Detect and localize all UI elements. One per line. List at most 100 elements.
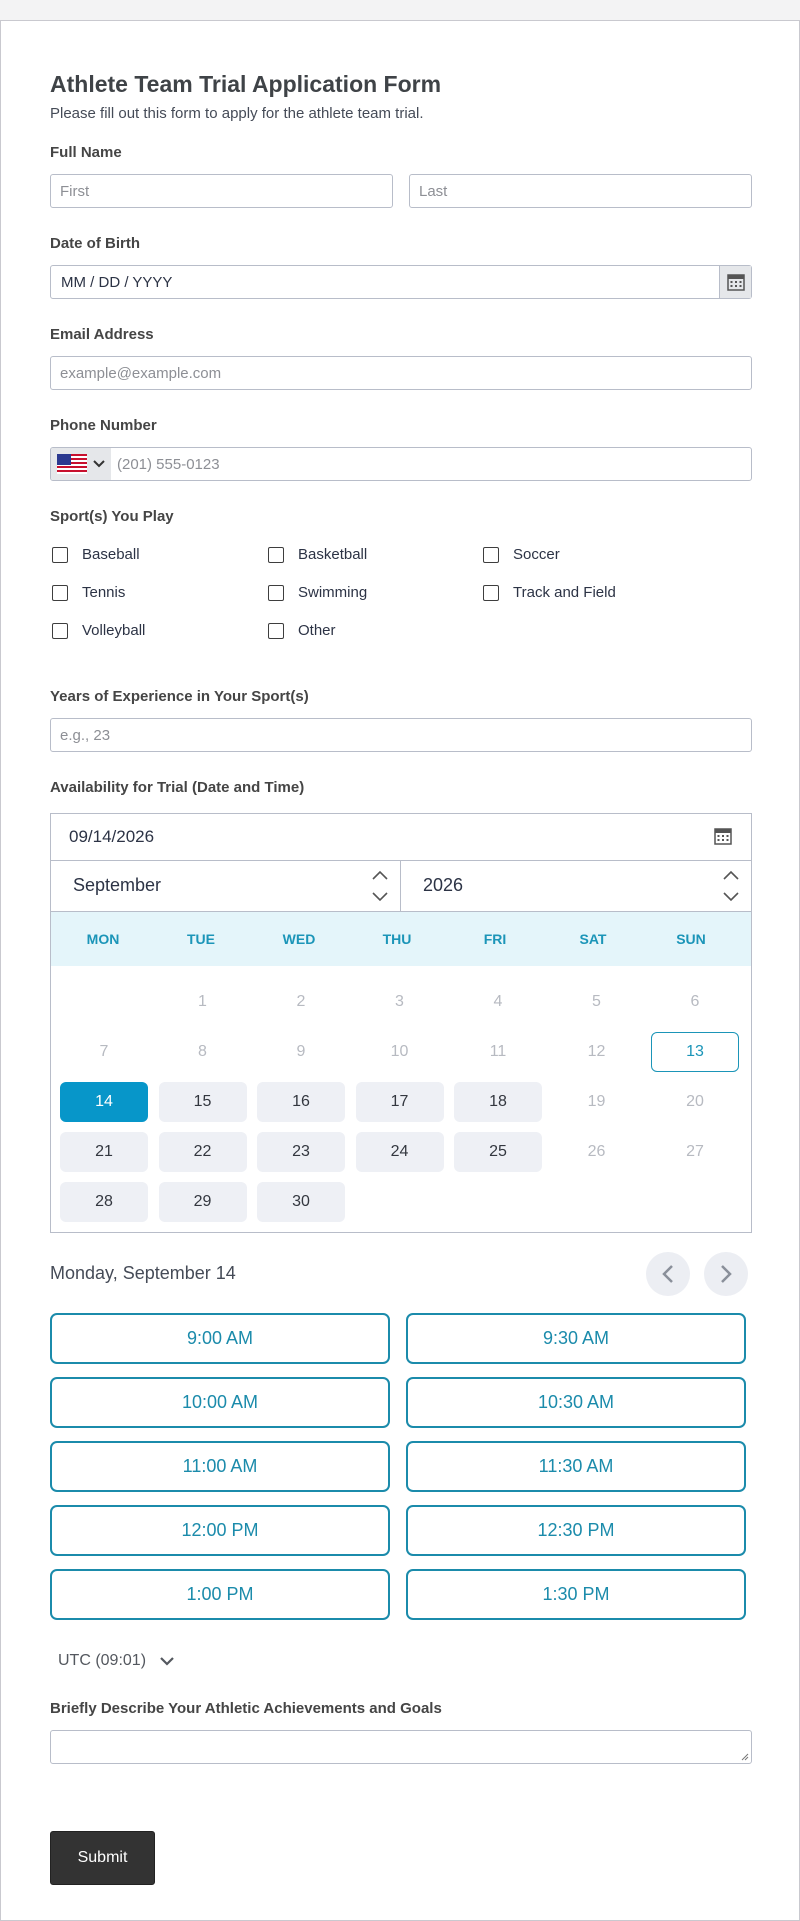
timezone-selector[interactable]: UTC (09:01): [58, 1652, 174, 1670]
time-slot-button[interactable]: 11:00 AM: [50, 1441, 390, 1492]
date-picker: 09/14/2026 September 2026 MON TUE WED THU FR…: [50, 813, 752, 1233]
calendar-day[interactable]: 18: [454, 1082, 542, 1122]
sport-label: Volleyball: [82, 622, 146, 639]
calendar-day: 8: [198, 1043, 207, 1060]
calendar-day[interactable]: 30: [257, 1182, 345, 1222]
submit-button[interactable]: Submit: [50, 1831, 155, 1885]
sport-label: Baseball: [82, 546, 140, 563]
dob-field[interactable]: MM / DD / YYYY: [50, 265, 752, 299]
chevron-left-icon: [662, 1265, 673, 1283]
time-slot-button[interactable]: 1:00 PM: [50, 1569, 390, 1620]
country-selector[interactable]: [51, 448, 111, 480]
sport-option[interactable]: Soccer: [483, 546, 560, 563]
weekday-mon: MON: [86, 931, 120, 947]
calendar-day[interactable]: 14: [60, 1082, 148, 1122]
calendar-day[interactable]: 15: [158, 1082, 247, 1122]
weekday-sat: SAT: [579, 931, 607, 947]
selected-date-value: 09/14/2026: [69, 827, 155, 846]
calendar-day: 19: [587, 1093, 606, 1110]
next-day-button[interactable]: [704, 1252, 748, 1296]
full-name-label: Full Name: [50, 144, 122, 161]
time-slot-button[interactable]: 12:00 PM: [50, 1505, 390, 1556]
time-slot-button[interactable]: 9:00 AM: [50, 1313, 390, 1364]
calendar-day[interactable]: 24: [355, 1132, 444, 1172]
checkbox[interactable]: [52, 546, 68, 563]
calendar-day: 20: [686, 1093, 704, 1110]
time-slot-button[interactable]: 10:00 AM: [50, 1377, 390, 1428]
sport-option[interactable]: Basketball: [268, 546, 367, 563]
selected-date-heading: Monday, September 14: [50, 1263, 236, 1283]
calendar-icon[interactable]: [713, 826, 733, 851]
calendar-day[interactable]: 23: [257, 1132, 345, 1172]
calendar-day: 6: [690, 993, 700, 1010]
checkbox[interactable]: [52, 584, 68, 601]
calendar-day: 1: [198, 993, 207, 1010]
first-name-input[interactable]: [50, 174, 393, 208]
weekday-header: MON TUE WED THU FRI SAT SUN: [51, 912, 751, 966]
year-select[interactable]: 2026: [401, 861, 751, 911]
experience-label: Years of Experience in Your Sport(s): [50, 688, 309, 705]
calendar-day: 2: [296, 993, 306, 1010]
dob-placeholder: MM / DD / YYYY: [61, 274, 173, 291]
email-label: Email Address: [50, 326, 154, 343]
sports-label: Sport(s) You Play: [50, 508, 174, 525]
sport-option[interactable]: Swimming: [268, 584, 367, 601]
month-value: September: [73, 875, 162, 895]
calendar-day[interactable]: 28: [60, 1182, 148, 1222]
weekday-fri: FRI: [483, 931, 507, 947]
spinner-arrows-icon[interactable]: [370, 867, 390, 905]
calendar-day: 5: [592, 993, 601, 1010]
form-subtitle: Please fill out this form to apply for t…: [50, 105, 424, 122]
calendar-icon[interactable]: [719, 266, 751, 298]
email-input[interactable]: [50, 356, 752, 390]
time-slot-button[interactable]: 12:30 PM: [406, 1505, 746, 1556]
sport-option[interactable]: Volleyball: [52, 622, 145, 639]
dob-label: Date of Birth: [50, 235, 140, 252]
calendar-day[interactable]: 29: [158, 1182, 247, 1222]
sport-label: Tennis: [82, 584, 126, 601]
time-slot-button[interactable]: 9:30 AM: [406, 1313, 746, 1364]
prev-day-button[interactable]: [646, 1252, 690, 1296]
resize-handle-icon[interactable]: [741, 1753, 749, 1761]
calendar-day[interactable]: 25: [454, 1132, 542, 1172]
calendar-day[interactable]: 13: [651, 1032, 739, 1072]
calendar-day: 12: [587, 1043, 606, 1060]
form-card: Athlete Team Trial Application Form Plea…: [0, 20, 800, 1921]
experience-input[interactable]: [50, 718, 752, 752]
time-slot-button[interactable]: 1:30 PM: [406, 1569, 746, 1620]
calendar-day: 4: [493, 993, 503, 1010]
timezone-value: UTC (09:01): [58, 1652, 147, 1669]
weekday-thu: THU: [382, 931, 412, 947]
calendar-day[interactable]: 17: [355, 1082, 444, 1122]
sport-option[interactable]: Baseball: [52, 546, 140, 563]
checkbox[interactable]: [52, 622, 68, 639]
spinner-arrows-icon[interactable]: [721, 867, 741, 905]
sport-option[interactable]: Tennis: [52, 584, 125, 601]
calendar-day: 11: [489, 1043, 507, 1060]
checkbox[interactable]: [268, 622, 284, 639]
checkbox[interactable]: [483, 546, 499, 563]
form-title: Athlete Team Trial Application Form: [50, 71, 442, 97]
calendar-day: 10: [390, 1043, 409, 1060]
month-select[interactable]: September: [51, 861, 401, 911]
time-slot-button[interactable]: 11:30 AM: [406, 1441, 746, 1492]
us-flag-icon: [57, 454, 87, 474]
calendar-day: 3: [395, 993, 404, 1010]
time-slot-button[interactable]: 10:30 AM: [406, 1377, 746, 1428]
phone-input[interactable]: [111, 448, 751, 480]
calendar-day[interactable]: 16: [257, 1082, 345, 1122]
calendar-day[interactable]: 22: [158, 1132, 247, 1172]
sport-option[interactable]: Other: [268, 622, 336, 639]
availability-label: Availability for Trial (Date and Time): [50, 779, 305, 796]
achievements-textarea[interactable]: [50, 1730, 752, 1764]
chevron-down-icon: [160, 1656, 174, 1666]
checkbox[interactable]: [268, 584, 284, 601]
last-name-input[interactable]: [409, 174, 752, 208]
calendar-day: 7: [99, 1043, 109, 1060]
checkbox[interactable]: [268, 546, 284, 563]
weekday-sun: SUN: [676, 931, 706, 947]
sport-option[interactable]: Track and Field: [483, 584, 616, 601]
calendar-day[interactable]: 21: [60, 1132, 148, 1172]
checkbox[interactable]: [483, 584, 499, 601]
month-year-selectors: September 2026: [51, 860, 751, 912]
